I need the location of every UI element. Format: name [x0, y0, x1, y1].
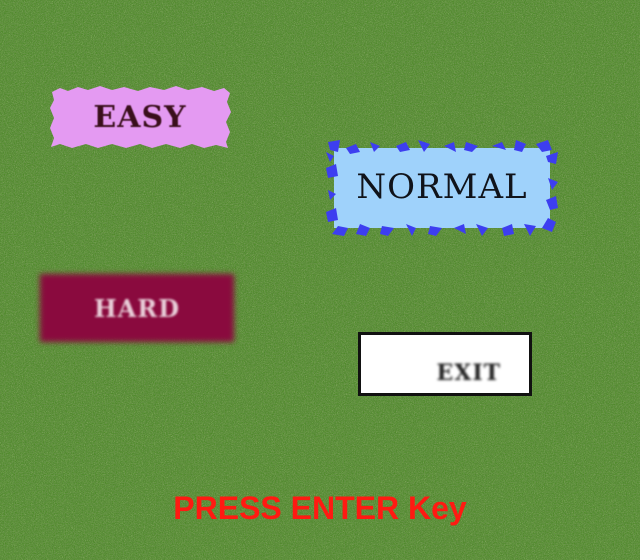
hard-button[interactable]: HARD — [40, 274, 234, 342]
press-enter-prompt: PRESS ENTER Key — [173, 490, 467, 526]
normal-label: NORMAL — [356, 167, 528, 207]
normal-button[interactable]: NORMAL — [326, 138, 558, 236]
easy-label: EASY — [93, 99, 187, 135]
exit-button[interactable]: EXIT — [358, 332, 532, 396]
hard-label: HARD — [93, 293, 181, 323]
game-screen: EASY NORMAL HARD EXIT PRESS ENTER Key — [0, 0, 640, 560]
exit-label: EXIT — [436, 360, 501, 386]
easy-button[interactable]: EASY — [48, 84, 232, 150]
